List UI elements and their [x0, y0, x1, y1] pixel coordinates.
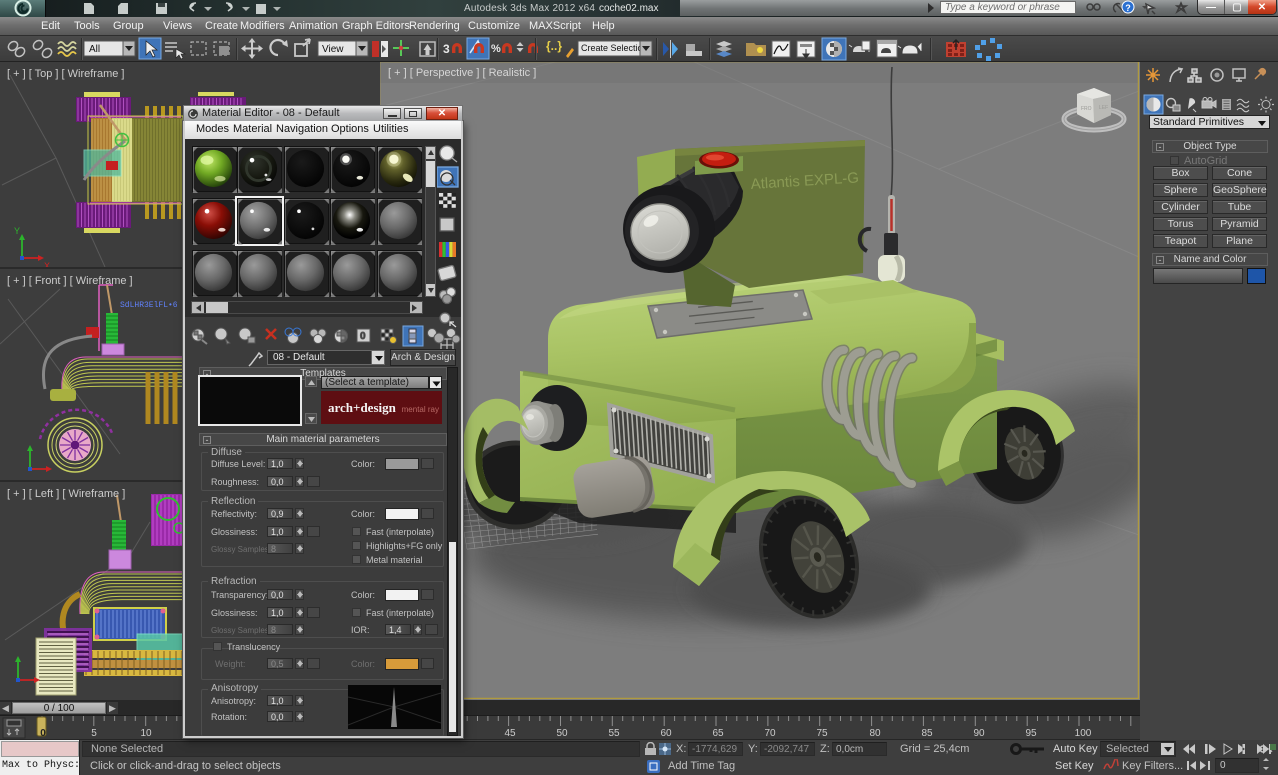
svg-text:0: 0	[360, 331, 366, 342]
svg-text:100: 100	[1075, 728, 1092, 739]
svg-text:85: 85	[921, 728, 933, 739]
svg-text:Y: Y	[14, 226, 20, 236]
svg-text:3: 3	[443, 42, 450, 56]
svg-text:[ + ] [ Perspective ] [ Realis: [ + ] [ Perspective ] [ Realistic ]	[388, 67, 536, 79]
svg-text:90: 90	[973, 728, 985, 739]
svg-text:45: 45	[504, 728, 516, 739]
svg-text:?: ?	[1125, 3, 1131, 13]
svg-text:5: 5	[91, 728, 97, 739]
svg-text:50: 50	[556, 728, 568, 739]
svg-text:10: 10	[140, 728, 152, 739]
svg-text:70: 70	[764, 728, 776, 739]
svg-text:80: 80	[869, 728, 881, 739]
svg-text:75: 75	[816, 728, 828, 739]
svg-text:All: All	[89, 44, 100, 55]
svg-text:SdLHR3ElFL•6: SdLHR3ElFL•6	[120, 301, 178, 310]
svg-text:[ + ] [ Left ] [ Wireframe ]: [ + ] [ Left ] [ Wireframe ]	[7, 488, 125, 500]
svg-text:[ + ] [ Top ] [ Wireframe ]: [ + ] [ Top ] [ Wireframe ]	[7, 68, 124, 80]
svg-text:LEF: LEF	[1099, 105, 1108, 111]
svg-text:View: View	[322, 44, 344, 55]
svg-text:60: 60	[660, 728, 672, 739]
svg-text:X: X	[44, 261, 50, 267]
svg-text:55: 55	[608, 728, 620, 739]
svg-text:{..}: {..}	[546, 39, 562, 53]
svg-text:FRO: FRO	[1081, 106, 1092, 112]
svg-text:%: %	[491, 43, 501, 55]
svg-text:Create Selection: Create Selection	[581, 43, 648, 53]
svg-text:[ + ] [ Front ] [ Wireframe ]: [ + ] [ Front ] [ Wireframe ]	[7, 275, 133, 287]
svg-text:95: 95	[1025, 728, 1037, 739]
svg-text:0: 0	[40, 728, 46, 739]
svg-text:65: 65	[712, 728, 724, 739]
